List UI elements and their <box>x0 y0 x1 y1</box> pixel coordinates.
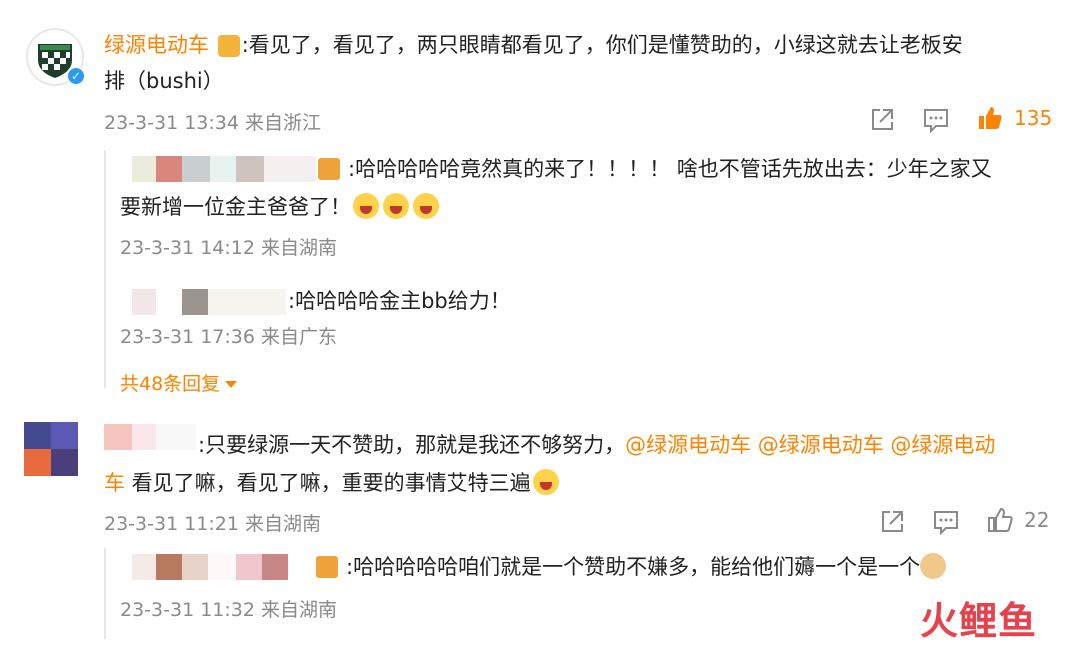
reply-text: :哈哈哈哈哈竟然真的来了！！！！ 啥也不管话先放出去：少年之家又 <box>348 157 992 181</box>
comment-meta: 23-3-31 11:21 来自湖南 <box>104 513 321 535</box>
reply-thread-divider <box>104 150 106 388</box>
redacted-name <box>156 424 196 450</box>
redacted-name <box>236 156 264 182</box>
badge-icon <box>316 556 338 578</box>
like-count: 135 <box>1014 106 1053 130</box>
avatar[interactable] <box>24 422 78 476</box>
reply-thread-divider <box>104 548 106 639</box>
comment-icon <box>924 109 948 134</box>
emoji-icon <box>383 193 409 219</box>
watermark-logo: 火鲤鱼 <box>920 599 1038 643</box>
comment-text-line: :看见了，看见了，两只眼睛都看见了，你们是懂赞助的，小绿这就去让老板安 <box>241 33 963 57</box>
redacted-name <box>182 156 210 182</box>
more-replies-label: 共48条回复 <box>120 373 221 395</box>
verified-icon: ✓ <box>66 66 86 86</box>
redacted-name <box>104 424 132 450</box>
redacted-avatar <box>132 156 156 182</box>
comment-text: 绿源电动车 :看见了，看见了，两只眼睛都看见了，你们是懂赞助的，小绿这就去让老板… <box>104 26 963 64</box>
like-button[interactable]: 135 <box>976 104 1052 132</box>
comment-text: :只要绿源一天不赞助，那就是我还不够努力，@绿源电动车 @绿源电动车 @绿源电动 <box>198 426 995 464</box>
redacted-name <box>264 156 316 182</box>
redacted-name <box>132 424 156 450</box>
redacted-name <box>156 289 182 315</box>
redacted-name <box>182 289 208 315</box>
caret-down-icon <box>225 381 238 388</box>
comment-meta: 23-3-31 13:34 来自浙江 <box>104 112 321 134</box>
redacted-name <box>156 156 182 182</box>
redacted-name <box>288 554 314 580</box>
redacted-name <box>208 289 286 315</box>
reply-text-line2: 要新增一位金主爸爸了！ <box>120 188 441 226</box>
redacted-name <box>236 554 262 580</box>
cat-emoji-icon <box>920 553 947 579</box>
like-icon <box>988 507 1013 532</box>
share-icon <box>872 109 893 130</box>
reply-meta: 23-3-31 17:36 来自广东 <box>120 326 337 348</box>
like-count: 22 <box>1024 508 1050 532</box>
redacted-avatar <box>132 289 156 315</box>
redacted-name <box>156 554 182 580</box>
reply-text: :哈哈哈哈金主bb给力！ <box>288 289 511 313</box>
comment-text-line2: 排（bushi） <box>104 69 224 93</box>
emoji-icon <box>353 193 379 219</box>
badge-icon <box>318 158 340 180</box>
reply-text-content: :哈哈哈哈哈咱们就是一个赞助不嫌多，能给他们薅一个是一个 <box>346 555 921 579</box>
share-button[interactable] <box>878 508 906 536</box>
comment-text-content: 看见了嘛，看见了嘛，重要的事情艾特三遍 <box>125 471 531 495</box>
mention-link[interactable]: @绿源电动车 @绿源电动车 @绿源电动 <box>625 433 995 457</box>
more-replies-link[interactable]: 共48条回复 <box>120 369 238 396</box>
redacted-name <box>262 554 288 580</box>
reply-text-content: 要新增一位金主爸爸了！ <box>120 195 351 219</box>
comment-button[interactable] <box>922 106 950 134</box>
mention-link[interactable]: 车 <box>104 471 125 495</box>
redacted-name <box>208 554 236 580</box>
like-icon <box>979 107 1002 129</box>
redacted-name <box>210 156 236 182</box>
comment-text-line2: 车 看见了嘛，看见了嘛，重要的事情艾特三遍 <box>104 464 561 502</box>
username[interactable]: 绿源电动车 <box>104 33 209 57</box>
redacted-name <box>182 554 208 580</box>
fan-badge-icon <box>217 35 240 57</box>
reply-text: :哈哈哈哈哈咱们就是一个赞助不嫌多，能给他们薅一个是一个 <box>346 548 947 586</box>
comment-icon <box>934 511 958 536</box>
share-icon <box>882 511 903 532</box>
reply-meta: 23-3-31 11:32 来自湖南 <box>120 599 337 621</box>
comment-button[interactable] <box>932 508 960 536</box>
share-button[interactable] <box>868 106 896 134</box>
reply-meta: 23-3-31 14:12 来自湖南 <box>120 237 337 259</box>
emoji-icon <box>532 469 559 495</box>
redacted-avatar <box>132 554 156 580</box>
emoji-icon <box>413 193 439 219</box>
like-button[interactable]: 22 <box>986 506 1049 534</box>
comment-text-content: :只要绿源一天不赞助，那就是我还不够努力， <box>198 433 626 457</box>
